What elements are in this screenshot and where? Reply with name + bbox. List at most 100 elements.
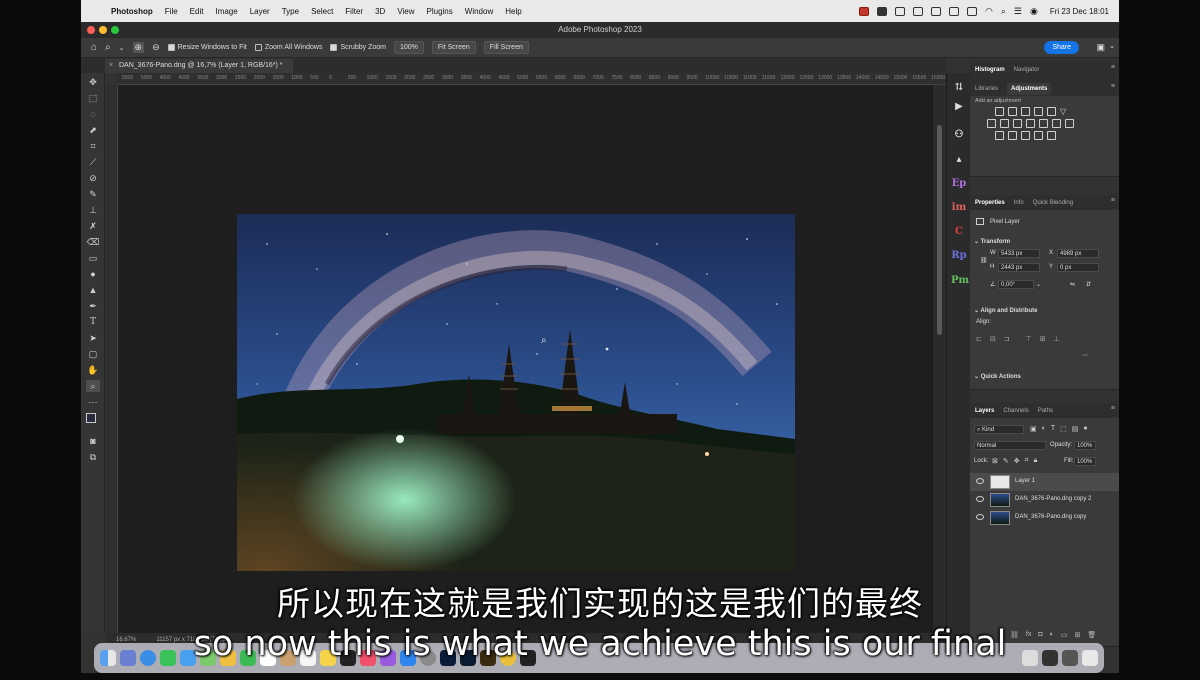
home-icon[interactable]: ⌂ [91, 42, 97, 53]
chevron-down-icon[interactable]: ⌄ [1036, 281, 1041, 288]
gradient-tool-icon[interactable]: ▭ [86, 252, 100, 264]
tab-adjustments[interactable]: Adjustments [1007, 82, 1052, 95]
tab-paths[interactable]: Paths [1038, 408, 1053, 414]
gradient-fill-icon[interactable] [1047, 131, 1056, 140]
app-menu[interactable]: Photoshop [111, 7, 153, 16]
crop-tool-icon[interactable]: ⌗ [86, 140, 100, 152]
path-selection-tool-icon[interactable]: ➤ [86, 332, 100, 344]
x-field[interactable]: 4989 px [1057, 249, 1099, 258]
posterize-icon[interactable] [1008, 131, 1017, 140]
eyedropper-tool-icon[interactable]: ⟋ [86, 156, 100, 168]
filter-toggle-icon[interactable]: ● [1083, 425, 1087, 433]
menu-type[interactable]: Type [282, 7, 299, 16]
menu-view[interactable]: View [397, 7, 414, 16]
input-source-icon[interactable] [949, 6, 960, 16]
zoom-tool-icon[interactable]: ⌕ [105, 42, 111, 53]
panel-menu-icon[interactable]: ≡ [1111, 405, 1115, 412]
menu-window[interactable]: Window [465, 7, 493, 16]
quick-mask-icon[interactable]: ◙ [86, 435, 100, 447]
chevron-down-icon[interactable]: ⌄ [1109, 42, 1115, 50]
flip-horizontal-icon[interactable]: ⇋ [1070, 281, 1075, 288]
close-window-button[interactable] [87, 26, 95, 34]
milky-way-temple-photo[interactable] [237, 214, 795, 571]
scrubby-zoom-checkbox[interactable]: Scrubby Zoom [330, 44, 386, 51]
align-center-h-icon[interactable]: ⊟ [990, 335, 996, 343]
tab-quick-blending[interactable]: Quick Blending [1033, 200, 1073, 206]
angle-field[interactable]: 0,00° [998, 280, 1034, 289]
levels-icon[interactable] [1008, 107, 1017, 116]
menu-image[interactable]: Image [215, 7, 237, 16]
type-tool-icon[interactable]: T [86, 316, 100, 328]
hand-tool-icon[interactable]: ✋ [86, 364, 100, 376]
visibility-eye-icon[interactable] [976, 514, 984, 520]
screen-icon[interactable] [877, 6, 888, 16]
zoom-tool-icon[interactable]: ⌕ [86, 380, 100, 392]
menu-plugins[interactable]: Plugins [427, 7, 453, 16]
tab-info[interactable]: Info [1014, 200, 1024, 206]
play-icon[interactable]: ▶ [951, 100, 967, 114]
brush-tool-icon[interactable]: ✎ [86, 188, 100, 200]
minimize-window-button[interactable] [99, 26, 107, 34]
photo-filter-icon[interactable] [1026, 119, 1035, 128]
gradient-map-icon[interactable]: ▽ [1060, 107, 1069, 116]
workspace-icon[interactable]: ▣ [1096, 42, 1105, 53]
align-right-icon[interactable]: ⊐ [1004, 335, 1010, 343]
color-balance-icon[interactable] [1000, 119, 1009, 128]
record-icon[interactable] [859, 6, 870, 16]
tab-libraries[interactable]: Libraries [975, 86, 998, 92]
clock[interactable]: Fri 23 Dec 18:01 [1050, 7, 1109, 16]
lock-all-icon[interactable]: 🔒︎ [1034, 457, 1038, 465]
lasso-tool-icon[interactable]: ◌ [86, 108, 100, 120]
menu-filter[interactable]: Filter [345, 7, 363, 16]
link-icon[interactable]: ⛓ [980, 257, 988, 264]
tab-properties[interactable]: Properties [975, 200, 1005, 206]
lock-position-icon[interactable]: ✥ [1014, 457, 1020, 465]
menu-help[interactable]: Help [505, 7, 521, 16]
screen-mode-icon[interactable]: ⧉ [86, 451, 100, 463]
canvas-area[interactable]: ⌕ [118, 85, 933, 633]
dodge-tool-icon[interactable]: ▲ [86, 284, 100, 296]
document-tab[interactable]: × DAN_3676-Pano.dng @ 16,7% (Layer 1, RG… [105, 59, 293, 73]
zoom-all-checkbox[interactable]: Zoom All Windows [254, 44, 322, 51]
spot-healing-tool-icon[interactable]: ⊘ [86, 172, 100, 184]
stamp-tool-icon[interactable]: ⊥ [86, 204, 100, 216]
fill-screen-button[interactable]: Fill Screen [483, 41, 529, 54]
bag-icon[interactable]: ▴ [951, 153, 967, 167]
filter-shape-icon[interactable]: ⬚ [1060, 425, 1067, 433]
siri-icon[interactable]: ◉ [1030, 6, 1038, 17]
fit-screen-button[interactable]: Fit Screen [431, 41, 476, 54]
shape-tool-icon[interactable]: ▢ [86, 348, 100, 360]
quick-actions-header[interactable]: ⌄ Quick Actions [974, 373, 1021, 380]
resize-windows-checkbox[interactable]: Resize Windows to Fit [167, 44, 247, 51]
threshold-icon[interactable] [1021, 131, 1030, 140]
tab-navigator[interactable]: Navigator [1014, 67, 1040, 73]
tab-layers[interactable]: Layers [975, 408, 994, 414]
align-header[interactable]: ⌄ Align and Distribute [974, 307, 1037, 314]
eraser-tool-icon[interactable]: ⌫ [86, 236, 100, 248]
menu-3d[interactable]: 3D [375, 7, 385, 16]
more-options-icon[interactable]: ⋯ [1082, 352, 1088, 359]
bookmark-icon[interactable] [931, 6, 942, 16]
filter-pixel-icon[interactable]: ▣ [1030, 425, 1037, 433]
layer-filter-select[interactable]: ⌕ Kind [974, 425, 1024, 434]
transform-header[interactable]: ⌄ Transform [974, 238, 1010, 245]
exposure-icon[interactable] [1034, 107, 1043, 116]
history-brush-tool-icon[interactable]: ✗ [86, 220, 100, 232]
menu-layer[interactable]: Layer [250, 7, 270, 16]
color-lookup-icon[interactable] [1052, 119, 1061, 128]
wifi-icon[interactable]: ◠ [985, 6, 993, 17]
battery-icon[interactable] [967, 6, 978, 16]
zoom-window-button[interactable] [111, 26, 119, 34]
align-left-icon[interactable]: ⊏ [976, 335, 982, 343]
black-white-icon[interactable] [1013, 119, 1022, 128]
lock-transparent-icon[interactable]: ⊠ [992, 457, 998, 465]
pen-tool-icon[interactable]: ✒ [86, 300, 100, 312]
channel-mixer-icon[interactable] [1039, 119, 1048, 128]
blur-tool-icon[interactable]: ● [86, 268, 100, 280]
more-tools-icon[interactable]: ⋯ [86, 396, 100, 408]
flip-vertical-icon[interactable]: ⇵ [1086, 281, 1091, 288]
zoom-out-icon[interactable]: ⊖ [152, 42, 160, 53]
rp-plugin-icon[interactable]: Rp [951, 249, 967, 263]
marquee-tool-icon[interactable]: ⬚ [86, 92, 100, 104]
histogram-icon[interactable]: ⇅ [951, 81, 967, 95]
